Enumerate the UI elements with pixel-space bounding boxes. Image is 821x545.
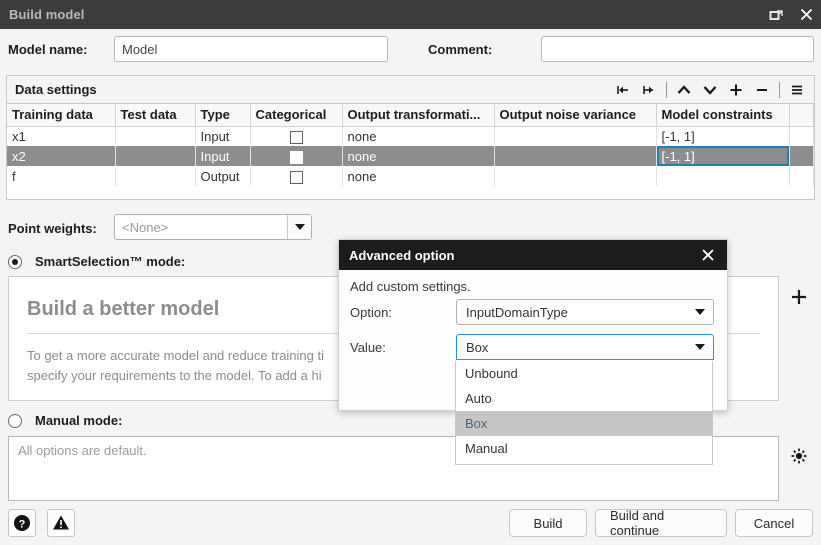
cell-type[interactable]: Output <box>195 166 251 186</box>
cell-type[interactable]: Input <box>195 146 251 166</box>
option-select[interactable]: InputDomainType <box>456 299 714 325</box>
value-label: Value: <box>350 340 386 355</box>
cell-categorical[interactable] <box>250 126 343 146</box>
cell-categorical[interactable] <box>250 166 343 186</box>
dropdown-option-box[interactable]: Box <box>456 411 712 436</box>
chevron-down-icon[interactable] <box>687 344 713 350</box>
model-name-label: Model name: <box>8 42 88 57</box>
cancel-button[interactable]: Cancel <box>735 509 813 537</box>
move-down-icon[interactable] <box>697 77 723 103</box>
add-row-icon[interactable] <box>723 77 749 103</box>
cell-test-data[interactable] <box>115 146 196 166</box>
svg-text:?: ? <box>19 519 26 531</box>
cell-output-transformation[interactable]: none <box>342 126 495 146</box>
cell-training-data[interactable]: x1 <box>7 126 116 146</box>
build-and-continue-button[interactable]: Build and continue <box>595 508 727 538</box>
window-titlebar: Build model <box>0 0 821 29</box>
categorical-checkbox[interactable] <box>289 130 303 144</box>
col-output-transformation[interactable]: Output transformati... <box>342 104 495 127</box>
cell-output-noise-variance[interactable] <box>494 166 657 186</box>
col-output-noise-variance[interactable]: Output noise variance <box>494 104 657 127</box>
build-model-window: Build model Model name: Comment: Data se… <box>0 0 821 545</box>
plus-icon[interactable] <box>789 287 809 307</box>
toolbar-separator <box>666 82 667 98</box>
cell-training-data[interactable]: f <box>7 166 116 186</box>
point-weights-label: Point weights: <box>8 221 97 236</box>
cell-training-data[interactable]: x2 <box>7 146 116 166</box>
smartselection-mode-label: SmartSelection™ mode: <box>35 254 186 269</box>
comment-input[interactable] <box>541 36 814 62</box>
restore-window-icon[interactable] <box>761 0 791 29</box>
cell-model-constraints[interactable] <box>656 166 790 186</box>
categorical-checkbox[interactable] <box>289 170 303 184</box>
point-weights-select[interactable]: <None> <box>114 214 312 240</box>
close-icon[interactable] <box>698 245 718 265</box>
col-type[interactable]: Type <box>195 104 251 127</box>
card-body-line1: To get a more accurate model and reduce … <box>27 348 325 363</box>
menu-icon[interactable] <box>784 77 810 103</box>
categorical-checkbox[interactable] <box>289 150 303 164</box>
col-training-data[interactable]: Training data <box>7 104 116 127</box>
cell-test-data[interactable] <box>115 126 196 146</box>
help-icon[interactable]: ? <box>8 509 36 537</box>
close-window-icon[interactable] <box>791 0 821 29</box>
toolbar-separator <box>779 82 780 98</box>
cell-model-constraints[interactable]: [-1, 1] <box>656 146 790 166</box>
table-row[interactable]: x2 Input none [-1, 1] <box>7 146 814 166</box>
value-dropdown-list: Unbound Auto Box Manual <box>455 361 713 465</box>
dialog-title: Advanced option <box>349 247 455 263</box>
table-header-row: Training data Test data Type Categorical… <box>7 104 814 127</box>
build-button[interactable]: Build <box>509 509 587 537</box>
dialog-subtitle: Add custom settings. <box>350 279 471 294</box>
data-settings-toolbar <box>610 76 810 104</box>
dialog-titlebar: Advanced option <box>339 240 727 270</box>
cell-categorical[interactable] <box>250 146 343 166</box>
model-name-input[interactable] <box>114 36 388 62</box>
option-label: Option: <box>350 305 392 320</box>
cell-filler <box>789 166 814 186</box>
manual-mode-label: Manual mode: <box>35 413 123 428</box>
chevron-down-icon[interactable] <box>287 215 311 239</box>
data-settings-panel: Data settings Training data Test data Ty… <box>6 75 815 200</box>
gear-icon[interactable] <box>789 446 809 466</box>
radio-indicator[interactable] <box>8 413 22 428</box>
col-model-constraints[interactable]: Model constraints <box>656 104 790 127</box>
data-settings-header: Data settings <box>7 76 814 104</box>
chevron-down-icon[interactable] <box>687 309 713 315</box>
move-to-start-icon[interactable] <box>610 77 636 103</box>
move-up-icon[interactable] <box>671 77 697 103</box>
option-value: InputDomainType <box>466 304 568 320</box>
cell-type[interactable]: Input <box>195 126 251 146</box>
cell-output-transformation[interactable]: none <box>342 146 495 166</box>
radio-indicator[interactable] <box>8 254 22 269</box>
value-select[interactable]: Box <box>456 334 714 360</box>
smartselection-mode-radio[interactable]: SmartSelection™ mode: <box>8 254 185 269</box>
col-test-data[interactable]: Test data <box>115 104 196 127</box>
col-categorical[interactable]: Categorical <box>250 104 343 127</box>
cell-output-transformation[interactable]: none <box>342 166 495 186</box>
table-row[interactable]: x1 Input none [-1, 1] <box>7 126 814 146</box>
cell-model-constraints[interactable]: [-1, 1] <box>656 126 790 146</box>
cell-output-noise-variance[interactable] <box>494 146 657 166</box>
comment-label: Comment: <box>428 42 493 57</box>
data-settings-table: Training data Test data Type Categorical… <box>7 104 814 186</box>
cell-filler <box>789 126 814 146</box>
manual-mode-radio[interactable]: Manual mode: <box>8 413 122 428</box>
warning-icon[interactable] <box>47 509 75 537</box>
dropdown-option-manual[interactable]: Manual <box>456 436 712 461</box>
dropdown-option-auto[interactable]: Auto <box>456 386 712 411</box>
table-row[interactable]: f Output none <box>7 166 814 186</box>
cell-test-data[interactable] <box>115 166 196 186</box>
window-title: Build model <box>9 7 85 22</box>
point-weights-value: <None> <box>122 219 169 235</box>
value-selected: Box <box>466 339 489 355</box>
remove-row-icon[interactable] <box>749 77 775 103</box>
col-filler <box>789 104 814 127</box>
data-settings-title: Data settings <box>15 82 97 97</box>
cell-output-noise-variance[interactable] <box>494 126 657 146</box>
dropdown-option-unbound[interactable]: Unbound <box>456 361 712 386</box>
move-to-end-icon[interactable] <box>636 77 662 103</box>
cell-filler <box>789 146 814 166</box>
